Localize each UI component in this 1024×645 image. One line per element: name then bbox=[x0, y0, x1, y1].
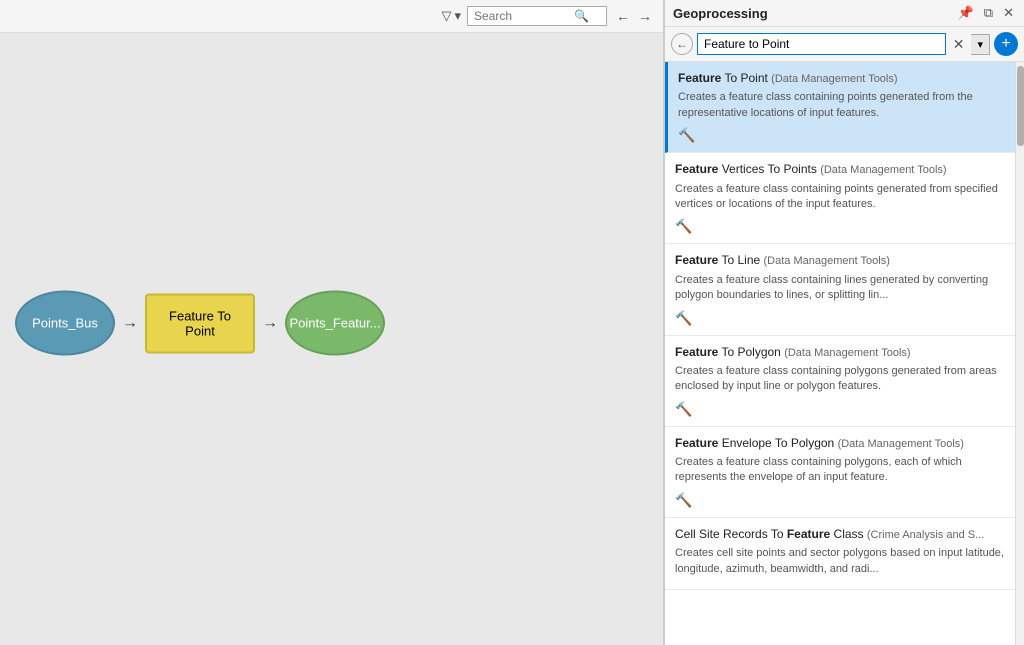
diagram-search-box[interactable]: 🔍 bbox=[467, 6, 607, 26]
tool-node-shape[interactable]: Feature To Point bbox=[145, 293, 255, 353]
arrow-1: → bbox=[115, 314, 145, 332]
geoprocessing-search-bar: ← ✕ ▾ + bbox=[665, 27, 1024, 62]
output-node[interactable]: Points_Featur... bbox=[285, 291, 385, 356]
result-desc-5: Creates a feature class containing polyg… bbox=[675, 455, 1005, 486]
geoprocessing-search-input[interactable] bbox=[697, 33, 946, 55]
output-node-label: Points_Featur... bbox=[289, 316, 380, 331]
result-title-2: Feature Vertices To Points (Data Managem… bbox=[675, 161, 1005, 178]
result-rest-4: To Polygon bbox=[718, 345, 784, 359]
result-item-1[interactable]: Feature To Point (Data Management Tools)… bbox=[665, 62, 1015, 153]
nav-arrows: ← → bbox=[613, 8, 655, 24]
result-source-6: (Crime Analysis and S... bbox=[867, 529, 984, 541]
diagram-area: Points_Bus → Feature To Point → Points_F bbox=[0, 33, 663, 645]
float-button[interactable]: ⧉ bbox=[982, 5, 995, 21]
result-bold-5: Feature bbox=[675, 436, 718, 450]
toolbar: ▽ ▾ 🔍 ← → bbox=[0, 0, 663, 33]
result-text-6a: Cell Site Records To bbox=[675, 527, 787, 541]
filter-icon: ▽ bbox=[441, 8, 451, 24]
result-desc-6: Creates cell site points and sector poly… bbox=[675, 546, 1005, 577]
arrow-icon-2: → bbox=[262, 314, 278, 332]
input-node[interactable]: Points_Bus bbox=[15, 291, 115, 356]
result-desc-3: Creates a feature class containing lines… bbox=[675, 273, 1005, 304]
result-bold-4: Feature bbox=[675, 345, 718, 359]
filter-dropdown-icon: ▾ bbox=[454, 8, 461, 24]
add-button[interactable]: + bbox=[994, 32, 1018, 56]
arrow-icon-1: → bbox=[122, 314, 138, 332]
result-bold-6: Feature bbox=[787, 527, 830, 541]
result-item-5[interactable]: Feature Envelope To Polygon (Data Manage… bbox=[665, 427, 1015, 518]
result-title-6: Cell Site Records To Feature Class (Crim… bbox=[675, 526, 1005, 543]
scrollbar-thumb[interactable] bbox=[1017, 66, 1024, 146]
pin-button[interactable]: 📌 bbox=[956, 5, 976, 21]
nav-back-button[interactable]: ← bbox=[613, 8, 633, 24]
result-desc-4: Creates a feature class containing polyg… bbox=[675, 364, 1005, 395]
result-rest-1: To Point bbox=[721, 71, 771, 85]
tool-icon-4: 🔨 bbox=[675, 401, 692, 418]
result-bold-2: Feature bbox=[675, 162, 718, 176]
result-source-4: (Data Management Tools) bbox=[784, 347, 910, 359]
result-title-1: Feature To Point (Data Management Tools) bbox=[678, 70, 1005, 87]
result-item-4[interactable]: Feature To Polygon (Data Management Tool… bbox=[665, 336, 1015, 427]
flow-diagram: Points_Bus → Feature To Point → Points_F bbox=[15, 291, 385, 356]
geoprocessing-panel: Geoprocessing 📌 ⧉ ✕ ← ✕ ▾ + Feature To P… bbox=[664, 0, 1024, 645]
result-rest-3: To Line bbox=[718, 253, 763, 267]
result-bold-1: Feature bbox=[678, 71, 721, 85]
input-node-label: Points_Bus bbox=[32, 316, 98, 331]
clear-search-button[interactable]: ✕ bbox=[950, 36, 968, 53]
result-rest-5: Envelope To Polygon bbox=[718, 436, 837, 450]
result-text-6b: Class bbox=[830, 527, 867, 541]
result-title-3: Feature To Line (Data Management Tools) bbox=[675, 252, 1005, 269]
result-item-3[interactable]: Feature To Line (Data Management Tools) … bbox=[665, 244, 1015, 335]
output-node-shape[interactable]: Points_Featur... bbox=[285, 291, 385, 356]
result-desc-2: Creates a feature class containing point… bbox=[675, 182, 1005, 213]
tool-icon-3: 🔨 bbox=[675, 310, 692, 327]
result-item-6[interactable]: Cell Site Records To Feature Class (Crim… bbox=[665, 518, 1015, 590]
arrow-2: → bbox=[255, 314, 285, 332]
result-title-4: Feature To Polygon (Data Management Tool… bbox=[675, 344, 1005, 361]
tool-node-label: Feature To Point bbox=[153, 308, 247, 338]
nav-forward-button[interactable]: → bbox=[635, 8, 655, 24]
result-source-5: (Data Management Tools) bbox=[838, 438, 964, 450]
results-list: Feature To Point (Data Management Tools)… bbox=[665, 62, 1015, 645]
input-node-shape[interactable]: Points_Bus bbox=[15, 291, 115, 356]
results-container: Feature To Point (Data Management Tools)… bbox=[665, 62, 1024, 645]
filter-button[interactable]: ▽ ▾ bbox=[441, 8, 461, 24]
tool-icon-5: 🔨 bbox=[675, 492, 692, 509]
header-controls: 📌 ⧉ ✕ bbox=[956, 5, 1016, 21]
search-dropdown-button[interactable]: ▾ bbox=[971, 34, 990, 55]
scrollbar-track[interactable] bbox=[1015, 62, 1024, 645]
result-bold-3: Feature bbox=[675, 253, 718, 267]
geoprocessing-header: Geoprocessing 📌 ⧉ ✕ bbox=[665, 0, 1024, 27]
result-desc-1: Creates a feature class containing point… bbox=[678, 90, 1005, 121]
tool-node[interactable]: Feature To Point bbox=[145, 293, 255, 353]
result-title-5: Feature Envelope To Polygon (Data Manage… bbox=[675, 435, 1005, 452]
tool-icon-2: 🔨 bbox=[675, 218, 692, 235]
back-button[interactable]: ← bbox=[671, 33, 693, 55]
result-source-3: (Data Management Tools) bbox=[764, 255, 890, 267]
diagram-search-input[interactable] bbox=[474, 9, 574, 23]
tool-icon-1: 🔨 bbox=[678, 127, 695, 144]
diagram-panel: ▽ ▾ 🔍 ← → Points_Bus → bbox=[0, 0, 664, 645]
close-button[interactable]: ✕ bbox=[1001, 5, 1016, 21]
result-source-1: (Data Management Tools) bbox=[771, 73, 897, 85]
result-item-2[interactable]: Feature Vertices To Points (Data Managem… bbox=[665, 153, 1015, 244]
result-rest-2: Vertices To Points bbox=[718, 162, 820, 176]
search-icon: 🔍 bbox=[574, 9, 589, 23]
back-icon: ← bbox=[676, 37, 688, 51]
result-source-2: (Data Management Tools) bbox=[820, 164, 946, 176]
geoprocessing-title: Geoprocessing bbox=[673, 6, 768, 21]
